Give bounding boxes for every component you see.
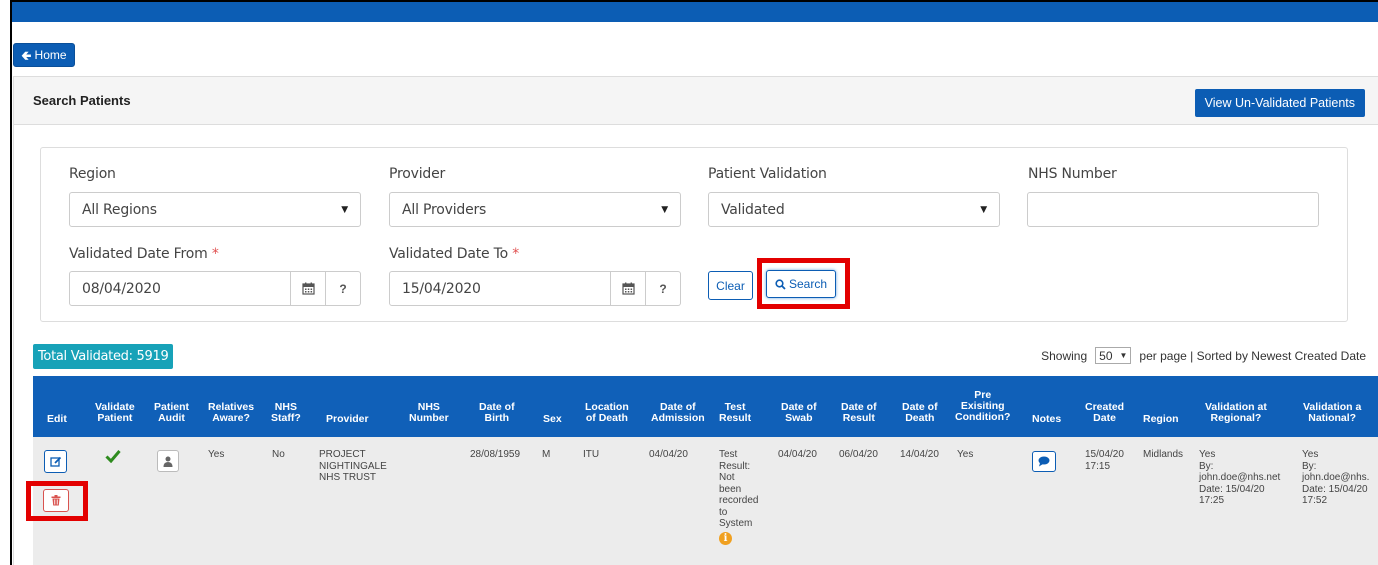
table-row: Yes No PROJECT NIGHTINGALE NHS TRUST 28/08… xyxy=(33,437,1378,565)
caret-down-icon: ▼ xyxy=(661,205,668,215)
per-page-select[interactable]: 50 ▼ xyxy=(1095,347,1132,364)
col-provider[interactable]: Provider xyxy=(326,414,369,425)
col-relatives[interactable]: Relatives Aware? xyxy=(208,402,254,424)
dob-cell: 28/08/1959 xyxy=(470,449,521,460)
showing-label: Showing xyxy=(1041,348,1088,363)
relatives-aware-cell: Yes xyxy=(208,449,225,460)
admission-cell: 04/04/20 xyxy=(649,449,688,460)
region-cell: Midlands xyxy=(1143,449,1184,460)
swab-cell: 04/04/20 xyxy=(778,449,817,460)
provider-label: Provider xyxy=(389,166,446,182)
region-select-value: All Regions xyxy=(82,201,157,218)
search-button[interactable]: Search xyxy=(766,270,836,298)
caret-down-icon: ▼ xyxy=(980,205,987,215)
comment-icon xyxy=(1038,456,1050,467)
caret-down-icon: ▼ xyxy=(341,205,348,215)
col-nhs-staff[interactable]: NHS Staff? xyxy=(271,402,301,424)
paging-info: Showing 50 ▼ per page | Sorted by Newest … xyxy=(1041,347,1366,364)
notes-button[interactable] xyxy=(1032,451,1056,472)
col-audit[interactable]: Patient Audit xyxy=(154,402,189,424)
trash-icon xyxy=(51,495,61,506)
col-sex[interactable]: Sex xyxy=(543,414,562,425)
nhs-number-input[interactable] xyxy=(1027,192,1319,227)
window-edge xyxy=(10,0,12,565)
col-region[interactable]: Region xyxy=(1143,414,1179,425)
provider-select[interactable]: All Providers ▼ xyxy=(389,192,681,227)
home-button[interactable]: 🢀 Home xyxy=(13,43,75,67)
panel-header: Search Patients View Un-Validated Patien… xyxy=(14,77,1378,125)
view-unvalidated-button[interactable]: View Un-Validated Patients xyxy=(1194,89,1365,117)
region-label: Region xyxy=(69,166,116,182)
total-validated-badge: Total Validated: 5919 xyxy=(33,344,174,369)
col-edit[interactable]: Edit xyxy=(47,414,67,425)
col-swab[interactable]: Date of Swab xyxy=(781,402,817,424)
date-from-group: 08/04/2020 ? xyxy=(69,271,361,306)
calendar-icon[interactable] xyxy=(291,271,326,306)
date-to-label: Validated Date To * xyxy=(389,246,520,262)
edit-button[interactable] xyxy=(44,450,67,473)
col-validate[interactable]: Validate Patient xyxy=(95,402,135,424)
location-cell: ITU xyxy=(583,449,600,460)
col-validation-national[interactable]: Validation a National? xyxy=(1303,402,1361,424)
page-title: Search Patients xyxy=(33,93,131,108)
col-result-date[interactable]: Date of Result xyxy=(841,402,877,424)
patients-table: Edit Validate Patient Patient Audit Relati… xyxy=(33,376,1378,565)
patient-audit-button[interactable] xyxy=(157,450,179,472)
pre-existing-cell: Yes xyxy=(957,449,974,460)
validated-check-icon[interactable] xyxy=(105,449,121,467)
provider-cell: PROJECT NIGHTINGALE NHS TRUST xyxy=(319,449,387,483)
col-nhs-number[interactable]: NHS Number xyxy=(409,402,449,424)
info-icon[interactable]: i xyxy=(719,532,732,545)
validation-select-value: Validated xyxy=(721,201,785,218)
created-cell: 15/04/20 17:15 xyxy=(1085,449,1124,472)
clear-button[interactable]: Clear xyxy=(708,271,753,300)
validation-national-cell: Yes By: john.doe@nhs. Date: 15/04/20 17:… xyxy=(1302,449,1370,506)
region-select[interactable]: All Regions ▼ xyxy=(69,192,361,227)
col-death[interactable]: Date of Death xyxy=(902,402,938,424)
col-admission[interactable]: Date of Admission xyxy=(651,402,705,424)
delete-button[interactable] xyxy=(43,489,69,512)
sex-cell: M xyxy=(542,449,551,460)
col-test-result[interactable]: Test Result xyxy=(719,402,751,424)
validation-select[interactable]: Validated ▼ xyxy=(708,192,1000,227)
required-mark: * xyxy=(211,246,219,262)
col-validation-regional[interactable]: Validation at Regional? xyxy=(1205,402,1267,424)
search-icon xyxy=(775,278,786,290)
date-from-input[interactable]: 08/04/2020 xyxy=(69,271,291,306)
nhs-number-label: NHS Number xyxy=(1028,166,1117,182)
date-to-input[interactable]: 15/04/2020 xyxy=(389,271,611,306)
user-icon xyxy=(163,456,173,467)
death-cell: 14/04/20 xyxy=(900,449,939,460)
edit-icon xyxy=(49,456,61,467)
col-pre-existing[interactable]: Pre Exisiting Condition? xyxy=(955,390,1010,423)
sort-info: per page | Sorted by Newest Created Date xyxy=(1139,348,1366,363)
top-navbar xyxy=(0,0,1378,22)
date-from-label: Validated Date From * xyxy=(69,246,219,262)
col-created[interactable]: Created Date xyxy=(1085,402,1124,424)
required-mark: * xyxy=(512,246,520,262)
calendar-icon[interactable] xyxy=(611,271,646,306)
date-from-help-button[interactable]: ? xyxy=(326,271,361,306)
date-to-help-button[interactable]: ? xyxy=(646,271,681,306)
caret-down-icon: ▼ xyxy=(1119,351,1128,360)
home-button-label: Home xyxy=(34,48,67,62)
result-date-cell: 06/04/20 xyxy=(839,449,878,460)
arrow-left-icon: 🢀 xyxy=(21,47,32,63)
validation-label: Patient Validation xyxy=(708,166,827,182)
provider-select-value: All Providers xyxy=(402,201,487,218)
table-header: Edit Validate Patient Patient Audit Relati… xyxy=(33,376,1378,437)
date-to-group: 15/04/2020 ? xyxy=(389,271,681,306)
nhs-staff-cell: No xyxy=(272,449,285,460)
col-notes[interactable]: Notes xyxy=(1032,414,1061,425)
col-dob[interactable]: Date of Birth xyxy=(479,402,515,424)
test-result-cell: Test Result: Not been recorded to System xyxy=(719,449,759,529)
search-button-label: Search xyxy=(788,277,828,291)
validation-regional-cell: Yes By: john.doe@nhs.net Date: 15/04/20 … xyxy=(1199,449,1281,506)
col-location[interactable]: Location of Death xyxy=(585,402,629,424)
